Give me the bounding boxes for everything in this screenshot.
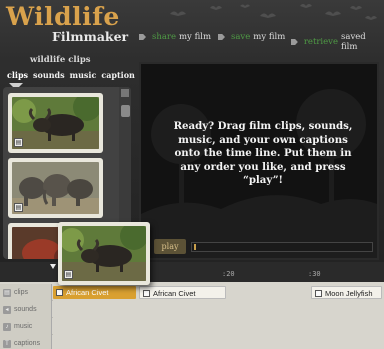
- scroll-thumb[interactable]: [121, 105, 130, 117]
- track-label: captions: [14, 340, 41, 347]
- track-header: ◂ sounds: [0, 301, 52, 318]
- scroll-up-button[interactable]: [121, 89, 129, 97]
- panel-title: wildlife clips: [30, 55, 91, 65]
- clip-thumbnail: ▤: [12, 97, 99, 149]
- clip-title: African Civet: [153, 289, 196, 298]
- birds-decoration: [170, 4, 377, 20]
- save-film-link[interactable]: save my film: [218, 32, 285, 42]
- nav-verb: save: [231, 32, 251, 42]
- nav-noun: my film: [253, 32, 286, 42]
- app-title: Wildlife: [6, 2, 120, 31]
- timeline-clip[interactable]: Moon Jellyfish: [311, 286, 382, 299]
- tab-sounds[interactable]: sounds: [33, 70, 65, 80]
- buffalo-image: [12, 97, 99, 149]
- tick-label: :30: [308, 270, 321, 278]
- track-header: ♪ music: [0, 318, 52, 335]
- film-icon: [56, 289, 63, 296]
- media-tabs: clips sounds music caption: [3, 67, 135, 83]
- video-player: Ready? Drag film clips, sounds, music, a…: [139, 62, 379, 260]
- instructions-text: Ready? Drag film clips, sounds, music, a…: [173, 120, 353, 186]
- buffalo-image: [62, 226, 146, 281]
- clip-title: Moon Jellyfish: [325, 289, 373, 298]
- nav-noun: saved film: [341, 32, 366, 52]
- track-clips: ▤ clips African Civet African Civet Moon…: [0, 284, 384, 301]
- playback-controls: play: [150, 238, 375, 256]
- track-label: music: [14, 323, 33, 330]
- timeline-clip-selected[interactable]: African Civet: [53, 286, 136, 299]
- tab-music[interactable]: music: [70, 70, 97, 80]
- clip-thumbnail: ▤: [12, 162, 99, 214]
- track-lane[interactable]: African Civet African Civet Moon Jellyfi…: [53, 284, 384, 301]
- track-label: clips: [14, 289, 29, 296]
- track-lane[interactable]: [53, 301, 384, 318]
- header: Wildlife Filmmaker share my film save my…: [0, 0, 384, 52]
- clip-title: African Civet: [66, 288, 109, 297]
- film-icon: ▤: [14, 203, 23, 212]
- track-label: sounds: [14, 306, 37, 313]
- track-sounds: ◂ sounds: [0, 301, 384, 318]
- playhead-triangle-icon[interactable]: [50, 264, 56, 269]
- playhead-marker[interactable]: [194, 244, 196, 250]
- play-button[interactable]: play: [154, 239, 186, 254]
- track-captions: T captions: [0, 335, 384, 349]
- elephants-image: [12, 162, 99, 214]
- arrow-right-icon: [291, 39, 298, 45]
- film-icon: [143, 290, 150, 297]
- track-lane[interactable]: [53, 318, 384, 335]
- film-icon: ▤: [3, 288, 11, 297]
- track-header: ▤ clips: [0, 284, 52, 301]
- tab-caption[interactable]: caption: [101, 70, 135, 80]
- arrow-right-icon: [218, 34, 225, 40]
- track-music: ♪ music: [0, 318, 384, 335]
- nav-verb: share: [152, 32, 176, 42]
- nav-verb: retrieve: [303, 37, 339, 47]
- app-window: Wildlife Filmmaker share my film save my…: [0, 0, 384, 349]
- film-icon: ▤: [64, 270, 73, 279]
- music-icon: ♪: [3, 322, 11, 331]
- track-lane[interactable]: [53, 335, 384, 349]
- film-icon: ▤: [14, 138, 23, 147]
- speaker-icon: ◂: [3, 305, 11, 314]
- timeline-clip[interactable]: African Civet: [139, 286, 226, 299]
- arrow-right-icon: [139, 34, 146, 40]
- tab-clips[interactable]: clips: [7, 70, 28, 80]
- clip-item-elephants[interactable]: ▤: [8, 158, 103, 218]
- track-header: T captions: [0, 335, 52, 349]
- dragged-clip[interactable]: ▤: [58, 222, 150, 285]
- nav-noun: my film: [179, 32, 212, 42]
- film-icon: [315, 290, 322, 297]
- tick-label: :20: [222, 270, 235, 278]
- clip-item-buffalo[interactable]: ▤: [8, 93, 103, 153]
- app-subtitle: Filmmaker: [52, 29, 129, 44]
- share-film-link[interactable]: share my film: [139, 32, 211, 42]
- progress-bar[interactable]: [191, 242, 373, 252]
- retrieve-film-link[interactable]: retrieve saved film: [291, 32, 384, 52]
- text-icon: T: [3, 339, 11, 348]
- clip-thumbnail: ▤: [62, 226, 146, 281]
